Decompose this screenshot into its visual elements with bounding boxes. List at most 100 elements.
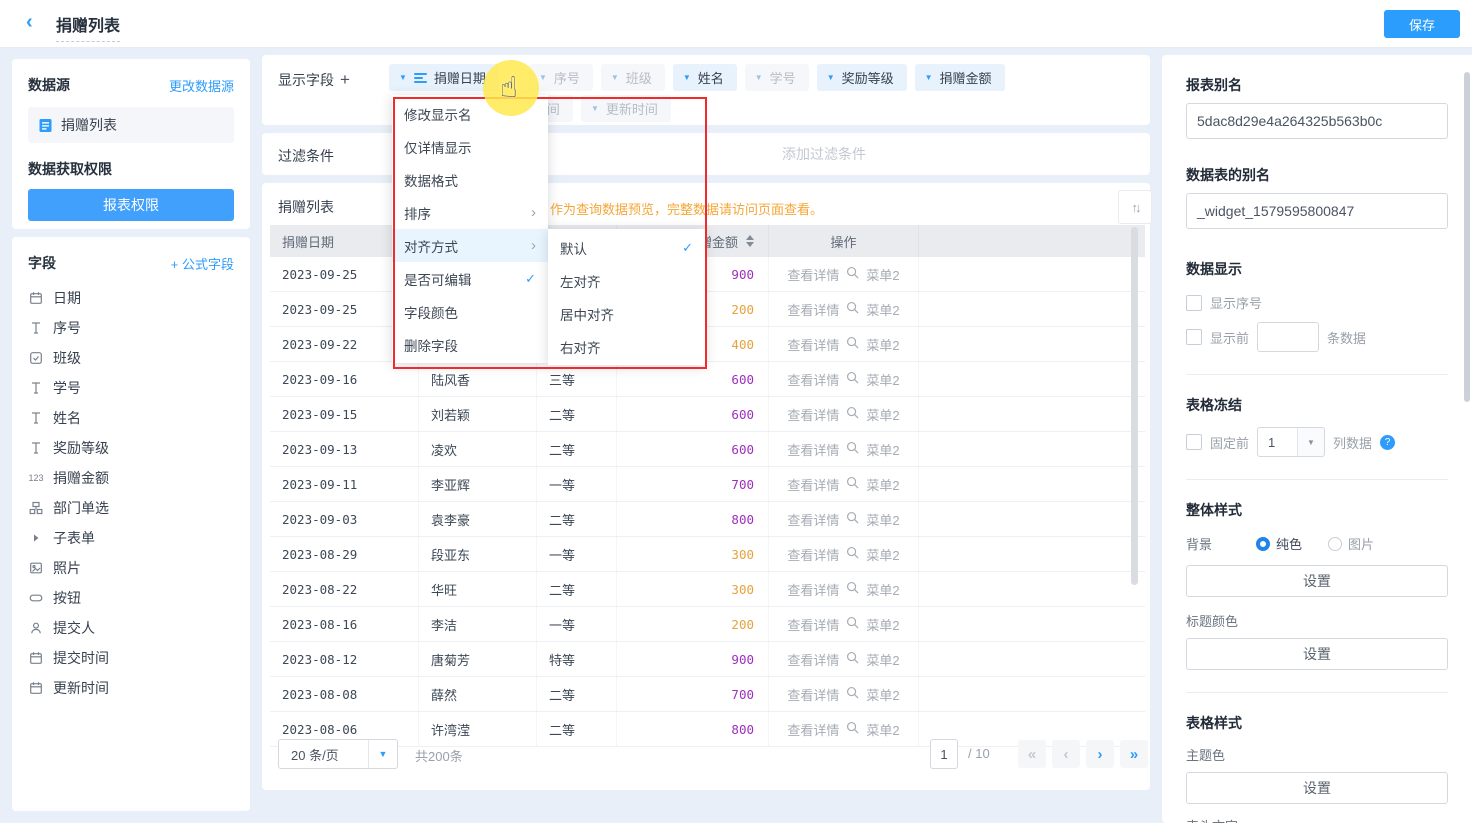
view-detail-link[interactable]: 查看详情	[787, 685, 839, 704]
menu2-link[interactable]: 菜单2	[866, 615, 899, 634]
menu2-link[interactable]: 菜单2	[866, 265, 899, 284]
menu2-link[interactable]: 菜单2	[866, 335, 899, 354]
report-alias-input[interactable]: 5dac8d29e4a264325b563b0c	[1186, 103, 1448, 139]
field-item-序号[interactable]: 序号	[28, 313, 234, 343]
theme-color-setting-button[interactable]: 设置	[1186, 772, 1448, 804]
menu-item-居中对齐[interactable]: 居中对齐	[548, 297, 705, 330]
view-detail-link[interactable]: 查看详情	[787, 265, 839, 284]
field-item-奖励等级[interactable]: 奖励等级	[28, 433, 234, 463]
title-color-setting-button[interactable]: 设置	[1186, 638, 1448, 670]
fix-first-checkbox[interactable]	[1186, 434, 1202, 450]
filter-condition-input[interactable]: 添加过滤条件	[480, 133, 1130, 175]
display-field-chip-序号[interactable]: ▼序号	[529, 64, 593, 91]
field-item-部门单选[interactable]: 部门单选	[28, 493, 234, 523]
field-item-子表单[interactable]: 子表单	[28, 523, 234, 553]
field-item-提交人[interactable]: 提交人	[28, 613, 234, 643]
datasource-item[interactable]: 捐赠列表	[28, 107, 234, 143]
menu-item-是否可编辑[interactable]: 是否可编辑✓	[392, 262, 548, 295]
field-item-学号[interactable]: 学号	[28, 373, 234, 403]
menu-item-右对齐[interactable]: 右对齐	[548, 330, 705, 363]
view-detail-link[interactable]: 查看详情	[787, 475, 839, 494]
menu-item-对齐方式[interactable]: 对齐方式›	[392, 229, 548, 262]
view-detail-link[interactable]: 查看详情	[787, 650, 839, 669]
display-field-chip-更新时间[interactable]: ▼更新时间	[581, 95, 671, 122]
search-icon[interactable]	[846, 266, 859, 282]
menu-item-修改显示名[interactable]: 修改显示名	[392, 97, 548, 130]
menu2-link[interactable]: 菜单2	[866, 300, 899, 319]
view-detail-link[interactable]: 查看详情	[787, 335, 839, 354]
sort-order-icon[interactable]: ↑↓	[1118, 190, 1152, 224]
next-page-button[interactable]: ›	[1086, 740, 1114, 768]
menu-item-仅详情显示[interactable]: 仅详情显示	[392, 130, 548, 163]
search-icon[interactable]	[846, 546, 859, 562]
save-button[interactable]: 保存	[1384, 10, 1460, 38]
search-icon[interactable]	[846, 686, 859, 702]
report-permission-button[interactable]: 报表权限	[28, 189, 234, 221]
search-icon[interactable]	[846, 336, 859, 352]
menu-item-删除字段[interactable]: 删除字段	[392, 328, 548, 361]
field-item-日期[interactable]: 日期	[28, 283, 234, 313]
menu2-link[interactable]: 菜单2	[866, 370, 899, 389]
view-detail-link[interactable]: 查看详情	[787, 545, 839, 564]
table-alias-input[interactable]: _widget_1579595800847	[1186, 193, 1448, 229]
menu2-link[interactable]: 菜单2	[866, 685, 899, 704]
search-icon[interactable]	[846, 616, 859, 632]
search-icon[interactable]	[846, 651, 859, 667]
menu2-link[interactable]: 菜单2	[866, 440, 899, 459]
last-page-button[interactable]: »	[1120, 740, 1148, 768]
field-item-班级[interactable]: 班级	[28, 343, 234, 373]
menu-item-字段颜色[interactable]: 字段颜色	[392, 295, 548, 328]
add-field-button[interactable]: +	[340, 70, 350, 89]
search-icon[interactable]	[846, 511, 859, 527]
search-icon[interactable]	[846, 371, 859, 387]
search-icon[interactable]	[846, 721, 859, 737]
display-field-chip-班级[interactable]: ▼班级	[601, 64, 665, 91]
first-page-button[interactable]: «	[1018, 740, 1046, 768]
page-size-select[interactable]: 20 条/页 ▼	[278, 739, 398, 769]
search-icon[interactable]	[846, 476, 859, 492]
search-icon[interactable]	[846, 301, 859, 317]
menu-item-排序[interactable]: 排序›	[392, 196, 548, 229]
settings-scrollbar[interactable]	[1464, 72, 1470, 402]
menu2-link[interactable]: 菜单2	[866, 580, 899, 599]
solid-color-radio[interactable]	[1256, 537, 1270, 551]
page-number-input[interactable]: 1	[930, 739, 958, 769]
sort-carets-icon[interactable]	[746, 235, 754, 247]
fix-columns-select[interactable]: 1 ▼	[1257, 427, 1325, 457]
table-scrollbar[interactable]	[1131, 227, 1138, 732]
field-item-捐赠金额[interactable]: 123捐赠金额	[28, 463, 234, 493]
view-detail-link[interactable]: 查看详情	[787, 580, 839, 599]
view-detail-link[interactable]: 查看详情	[787, 370, 839, 389]
background-setting-button[interactable]: 设置	[1186, 565, 1448, 597]
menu2-link[interactable]: 菜单2	[866, 405, 899, 424]
help-icon[interactable]: ?	[1380, 435, 1395, 450]
display-field-chip-姓名[interactable]: ▼姓名	[673, 64, 737, 91]
field-item-更新时间[interactable]: 更新时间	[28, 673, 234, 703]
menu-item-数据格式[interactable]: 数据格式	[392, 163, 548, 196]
menu2-link[interactable]: 菜单2	[866, 720, 899, 739]
view-detail-link[interactable]: 查看详情	[787, 440, 839, 459]
view-detail-link[interactable]: 查看详情	[787, 510, 839, 529]
menu2-link[interactable]: 菜单2	[866, 650, 899, 669]
menu2-link[interactable]: 菜单2	[866, 510, 899, 529]
formula-field-link[interactable]: + 公式字段	[171, 254, 234, 273]
display-field-chip-捐赠金额[interactable]: ▼捐赠金额	[915, 64, 1005, 91]
menu2-link[interactable]: 菜单2	[866, 475, 899, 494]
field-item-照片[interactable]: 照片	[28, 553, 234, 583]
search-icon[interactable]	[846, 406, 859, 422]
menu2-link[interactable]: 菜单2	[866, 545, 899, 564]
back-icon[interactable]: ‹	[26, 11, 33, 34]
menu-item-默认[interactable]: 默认✓	[548, 231, 705, 264]
field-item-姓名[interactable]: 姓名	[28, 403, 234, 433]
prev-page-button[interactable]: ‹	[1052, 740, 1080, 768]
view-detail-link[interactable]: 查看详情	[787, 615, 839, 634]
display-field-chip-学号[interactable]: ▼学号	[745, 64, 809, 91]
view-detail-link[interactable]: 查看详情	[787, 720, 839, 739]
menu-item-左对齐[interactable]: 左对齐	[548, 264, 705, 297]
show-first-count-input[interactable]	[1257, 322, 1319, 352]
search-icon[interactable]	[846, 581, 859, 597]
field-item-提交时间[interactable]: 提交时间	[28, 643, 234, 673]
display-field-chip-捐赠日期[interactable]: ▼捐赠日期	[389, 64, 499, 91]
image-radio[interactable]	[1328, 537, 1342, 551]
change-datasource-link[interactable]: 更改数据源	[169, 76, 234, 95]
